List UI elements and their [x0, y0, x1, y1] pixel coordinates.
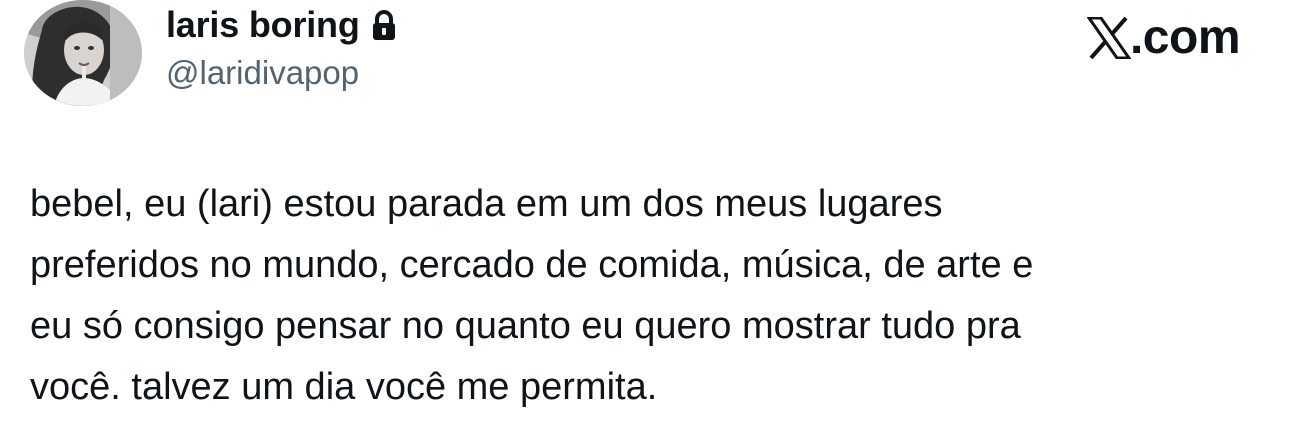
lock-icon	[370, 10, 398, 42]
avatar[interactable]	[24, 0, 142, 106]
tweet-card: laris boring @laridivapop .com bebel, eu…	[0, 0, 1290, 429]
brand-domain-text: .com	[1129, 11, 1241, 64]
author-name-row: laris boring	[166, 2, 398, 48]
profile-photo	[24, 0, 142, 106]
author-handle[interactable]: @laridivapop	[166, 54, 359, 92]
brand-logo: .com	[1086, 10, 1241, 66]
tweet-text-line: bebel, eu (lari) estou parada em um dos …	[30, 183, 943, 225]
tweet-text: bebel, eu (lari) estou parada em um dos …	[30, 174, 1270, 418]
x-logo-icon	[1086, 16, 1132, 60]
tweet-text-line: eu só consigo pensar no quanto eu quero …	[30, 305, 1021, 347]
tweet-text-line: você. talvez um dia você me permita.	[30, 366, 658, 408]
tweet-text-line: preferidos no mundo, cercado de comida, …	[30, 244, 1034, 286]
author-display-name[interactable]: laris boring	[166, 4, 360, 46]
